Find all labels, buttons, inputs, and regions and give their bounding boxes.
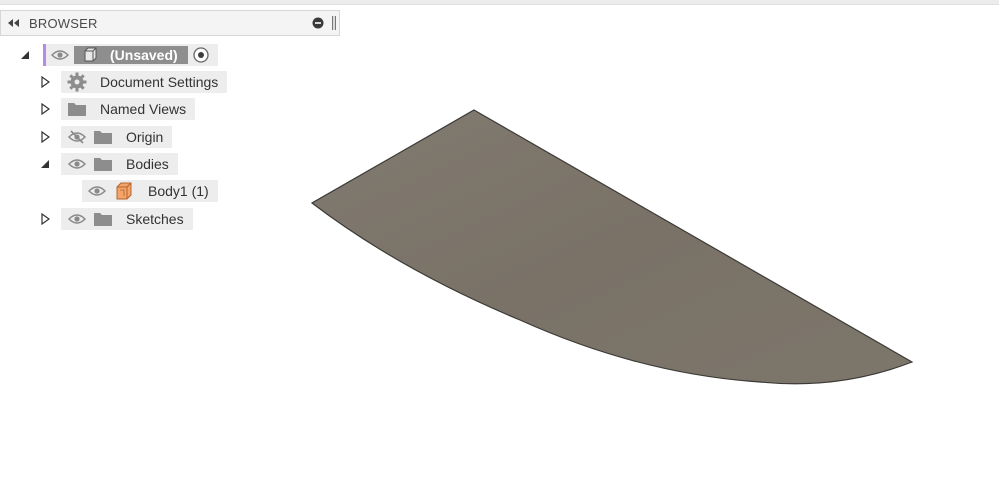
label-origin: Origin <box>126 129 164 145</box>
label-sketches: Sketches <box>126 211 184 227</box>
tree-row-bodies[interactable]: Bodies <box>38 153 178 175</box>
node-body1[interactable]: Body1 (1) <box>82 180 218 202</box>
root-visibility-toggle[interactable] <box>46 49 74 61</box>
eye-icon <box>68 159 86 169</box>
collapse-left-icon <box>8 19 19 27</box>
folder-icon <box>94 213 112 226</box>
pin-icon <box>332 16 336 30</box>
tree-row-named-views[interactable]: Named Views <box>38 98 196 120</box>
root-expander[interactable] <box>18 48 32 62</box>
sketches-visibility-toggle[interactable] <box>64 213 90 225</box>
root-node[interactable]: (Unsaved) <box>46 44 218 66</box>
root-label: (Unsaved) <box>110 47 178 63</box>
node-document-settings[interactable]: Document Settings <box>61 71 228 93</box>
triangle-collapse-icon <box>41 160 49 168</box>
origin-visibility-toggle[interactable] <box>64 130 90 144</box>
panel-pin-button[interactable] <box>330 14 338 32</box>
folder-icon <box>94 131 112 144</box>
eye-icon <box>68 214 86 224</box>
folder-icon <box>94 158 112 171</box>
expander-sketches[interactable] <box>38 212 52 226</box>
tree-row-document-settings[interactable]: Document Settings <box>38 71 228 93</box>
triangle-expand-icon <box>41 213 50 225</box>
bodies-visibility-toggle[interactable] <box>64 158 90 170</box>
eye-hidden-icon <box>67 130 87 144</box>
node-named-views[interactable]: Named Views <box>61 98 196 120</box>
eye-icon <box>51 50 69 60</box>
expander-named-views[interactable] <box>38 102 52 116</box>
folder-icon <box>68 103 86 116</box>
folder-icon-wrap <box>64 101 90 117</box>
body-icon <box>116 182 132 200</box>
eye-icon <box>88 186 106 196</box>
label-document-settings: Document Settings <box>100 74 219 90</box>
node-bodies[interactable]: Bodies <box>61 153 178 175</box>
folder-icon-wrap <box>90 129 116 145</box>
expander-document-settings[interactable] <box>38 75 52 89</box>
node-origin[interactable]: Origin <box>61 126 173 148</box>
tree-row-sketches[interactable]: Sketches <box>38 208 193 230</box>
collapse-panel-button[interactable] <box>3 11 25 35</box>
folder-icon-wrap <box>90 156 116 172</box>
tree-row-root[interactable]: (Unsaved) <box>18 44 218 66</box>
cube-icon <box>84 47 97 62</box>
radio-target-icon <box>193 47 209 63</box>
body-shape[interactable] <box>310 109 914 385</box>
label-named-views: Named Views <box>100 101 187 117</box>
body-icon-wrap <box>110 182 138 200</box>
expander-origin[interactable] <box>38 130 52 144</box>
root-label-highlight: (Unsaved) <box>74 46 188 64</box>
body1-visibility-toggle[interactable] <box>84 185 110 197</box>
tree-row-body1[interactable]: Body1 (1) <box>82 180 218 202</box>
label-body1: Body1 (1) <box>148 183 209 199</box>
triangle-expand-icon <box>41 131 50 143</box>
triangle-expand-icon <box>41 103 50 115</box>
minus-circle-icon <box>312 17 324 29</box>
gear-icon <box>67 72 87 92</box>
panel-minimize-button[interactable] <box>310 15 326 31</box>
node-sketches[interactable]: Sketches <box>61 208 193 230</box>
triangle-collapse-icon <box>21 51 29 59</box>
tree-row-origin[interactable]: Origin <box>38 126 173 148</box>
label-bodies: Bodies <box>126 156 169 172</box>
folder-icon-wrap <box>90 211 116 227</box>
expander-bodies[interactable] <box>38 157 52 171</box>
activate-radio-button[interactable] <box>188 47 214 63</box>
triangle-expand-icon <box>41 76 50 88</box>
panel-title: BROWSER <box>29 15 98 31</box>
gear-icon-wrap <box>64 72 90 92</box>
browser-panel-header: BROWSER <box>0 10 340 36</box>
